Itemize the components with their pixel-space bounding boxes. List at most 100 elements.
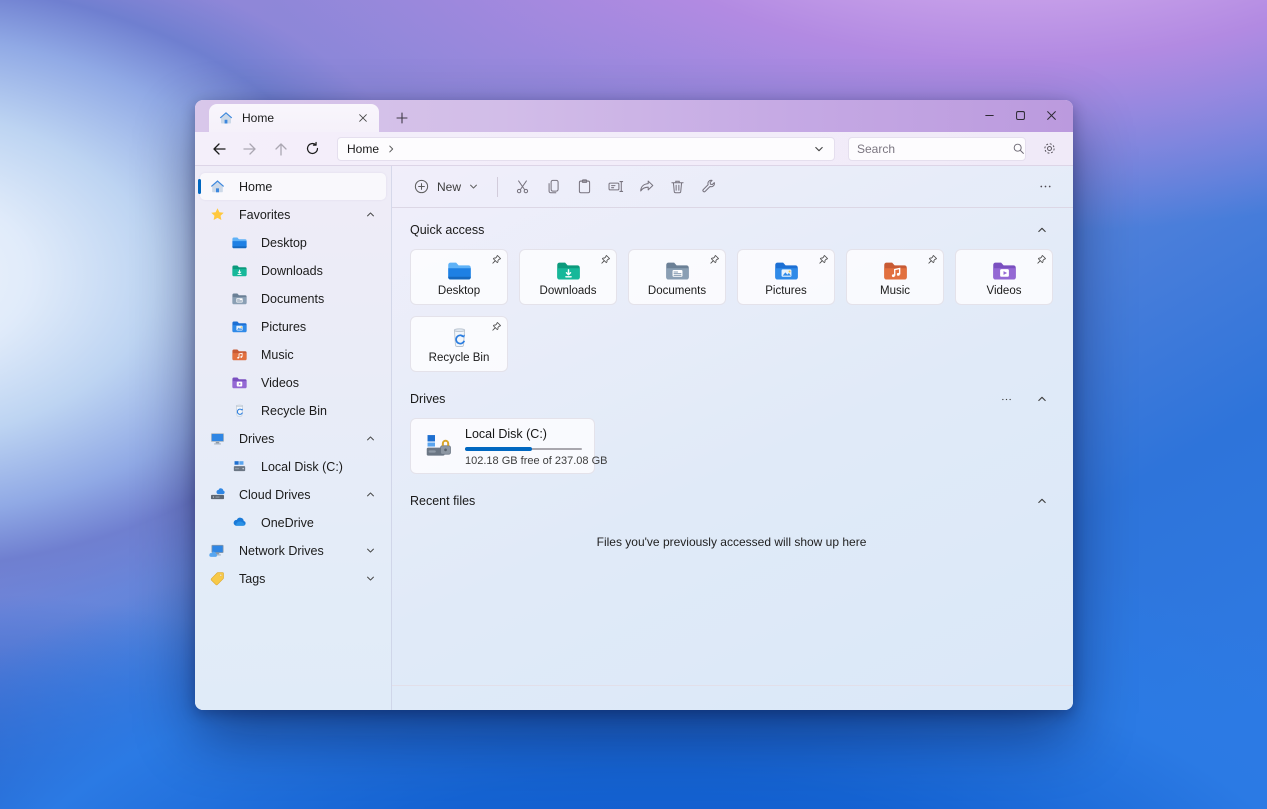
sidebar-item-drives[interactable]: Drives [200, 425, 386, 452]
rename-icon[interactable] [600, 172, 631, 202]
search-icon [1012, 142, 1025, 155]
quick-access-card-videos[interactable]: Videos [955, 249, 1053, 305]
section-more-icon[interactable] [995, 389, 1017, 409]
minimize-icon[interactable] [974, 102, 1005, 128]
properties-wrench-icon[interactable] [693, 172, 724, 202]
sidebar-item-onedrive[interactable]: OneDrive [200, 509, 386, 536]
section-title: Drives [410, 392, 445, 406]
tab-close-icon[interactable] [353, 108, 373, 128]
delete-icon[interactable] [662, 172, 693, 202]
quick-access-card-documents[interactable]: Documents [628, 249, 726, 305]
search-input[interactable] [857, 142, 1012, 156]
collapse-chevron-up-icon[interactable] [1031, 220, 1053, 240]
quick-access-card-music[interactable]: Music [846, 249, 944, 305]
sidebar-item-music[interactable]: Music [200, 341, 386, 368]
address-bar[interactable]: Home [337, 137, 835, 161]
cloud-drive-icon [209, 486, 226, 503]
cut-icon[interactable] [507, 172, 538, 202]
sidebar-item-label: Home [239, 180, 272, 194]
copy-icon[interactable] [538, 172, 569, 202]
paste-icon[interactable] [569, 172, 600, 202]
folder-desktop-icon [446, 257, 473, 284]
sidebar-item-label: Favorites [239, 208, 290, 222]
collapse-chevron-up-icon[interactable] [1031, 389, 1053, 409]
sidebar-item-downloads[interactable]: Downloads [200, 257, 386, 284]
quick-access-card-recycle-bin[interactable]: Recycle Bin [410, 316, 508, 372]
sidebar-item-cloud-drives[interactable]: Cloud Drives [200, 481, 386, 508]
files-app-window: Home [195, 100, 1073, 710]
section-title: Quick access [410, 223, 484, 237]
pin-icon[interactable] [1035, 253, 1048, 266]
pin-icon[interactable] [490, 253, 503, 266]
chevron-up-icon[interactable] [365, 433, 376, 444]
folder-downloads-icon [231, 262, 248, 279]
chevron-right-icon [386, 144, 396, 154]
section-title: Recent files [410, 494, 475, 508]
chevron-down-icon[interactable] [813, 143, 825, 155]
network-drive-icon [209, 542, 226, 559]
forward-icon[interactable] [236, 135, 264, 163]
recycle-bin-icon [446, 324, 473, 351]
tab-label: Home [242, 111, 345, 125]
up-icon[interactable] [267, 135, 295, 163]
home-icon [218, 110, 234, 126]
share-icon[interactable] [631, 172, 662, 202]
command-toolbar: New [392, 166, 1073, 208]
sidebar-item-home[interactable]: Home [200, 173, 386, 200]
new-button-label: New [437, 180, 461, 194]
settings-gear-icon[interactable] [1035, 135, 1063, 163]
sidebar-item-label: Local Disk (C:) [261, 460, 343, 474]
pin-icon[interactable] [490, 320, 503, 333]
chevron-down-icon[interactable] [365, 573, 376, 584]
card-label: Documents [648, 285, 706, 297]
sidebar-item-label: Pictures [261, 320, 306, 334]
maximize-icon[interactable] [1005, 102, 1036, 128]
sidebar-item-pictures[interactable]: Pictures [200, 313, 386, 340]
address-segment[interactable]: Home [347, 142, 379, 156]
pin-icon[interactable] [926, 253, 939, 266]
window-controls [974, 102, 1067, 128]
folder-pictures-icon [773, 257, 800, 284]
close-icon[interactable] [1036, 102, 1067, 128]
home-icon [209, 178, 226, 195]
back-icon[interactable] [205, 135, 233, 163]
sidebar-item-label: OneDrive [261, 516, 314, 530]
new-button[interactable]: New [404, 172, 488, 202]
pin-icon[interactable] [817, 253, 830, 266]
refresh-icon[interactable] [298, 135, 326, 163]
card-label: Music [880, 285, 910, 297]
sidebar-item-desktop[interactable]: Desktop [200, 229, 386, 256]
new-tab-icon[interactable] [389, 105, 415, 131]
tab-home[interactable]: Home [209, 104, 379, 132]
home-content: Quick access [392, 208, 1073, 685]
card-label: Desktop [438, 285, 480, 297]
drive-name: Local Disk (C:) [465, 427, 547, 441]
pin-icon[interactable] [708, 253, 721, 266]
drive-usage-bar [465, 447, 582, 451]
folder-desktop-icon [231, 234, 248, 251]
recent-files-empty-message: Files you've previously accessed will sh… [410, 535, 1053, 549]
quick-access-card-desktop[interactable]: Desktop [410, 249, 508, 305]
card-label: Videos [987, 285, 1022, 297]
chevron-up-icon[interactable] [365, 209, 376, 220]
pin-icon[interactable] [599, 253, 612, 266]
sidebar-item-local-disk[interactable]: Local Disk (C:) [200, 453, 386, 480]
local-disk-bitlocker-icon [423, 430, 455, 462]
quick-access-card-downloads[interactable]: Downloads [519, 249, 617, 305]
navigation-bar: Home [195, 132, 1073, 166]
sidebar-item-favorites[interactable]: Favorites [200, 201, 386, 228]
search-box[interactable] [848, 137, 1026, 161]
sidebar-item-label: Videos [261, 376, 299, 390]
sidebar-item-network-drives[interactable]: Network Drives [200, 537, 386, 564]
toolbar-more-icon[interactable] [1030, 172, 1061, 202]
drive-card-local-disk[interactable]: Local Disk (C:) 102.18 GB free of 237.08… [410, 418, 595, 474]
sidebar-item-videos[interactable]: Videos [200, 369, 386, 396]
quick-access-card-pictures[interactable]: Pictures [737, 249, 835, 305]
folder-videos-icon [231, 374, 248, 391]
sidebar-item-tags[interactable]: Tags [200, 565, 386, 592]
chevron-up-icon[interactable] [365, 489, 376, 500]
sidebar-item-recycle-bin[interactable]: Recycle Bin [200, 397, 386, 424]
collapse-chevron-up-icon[interactable] [1031, 491, 1053, 511]
chevron-down-icon[interactable] [365, 545, 376, 556]
sidebar-item-documents[interactable]: Documents [200, 285, 386, 312]
